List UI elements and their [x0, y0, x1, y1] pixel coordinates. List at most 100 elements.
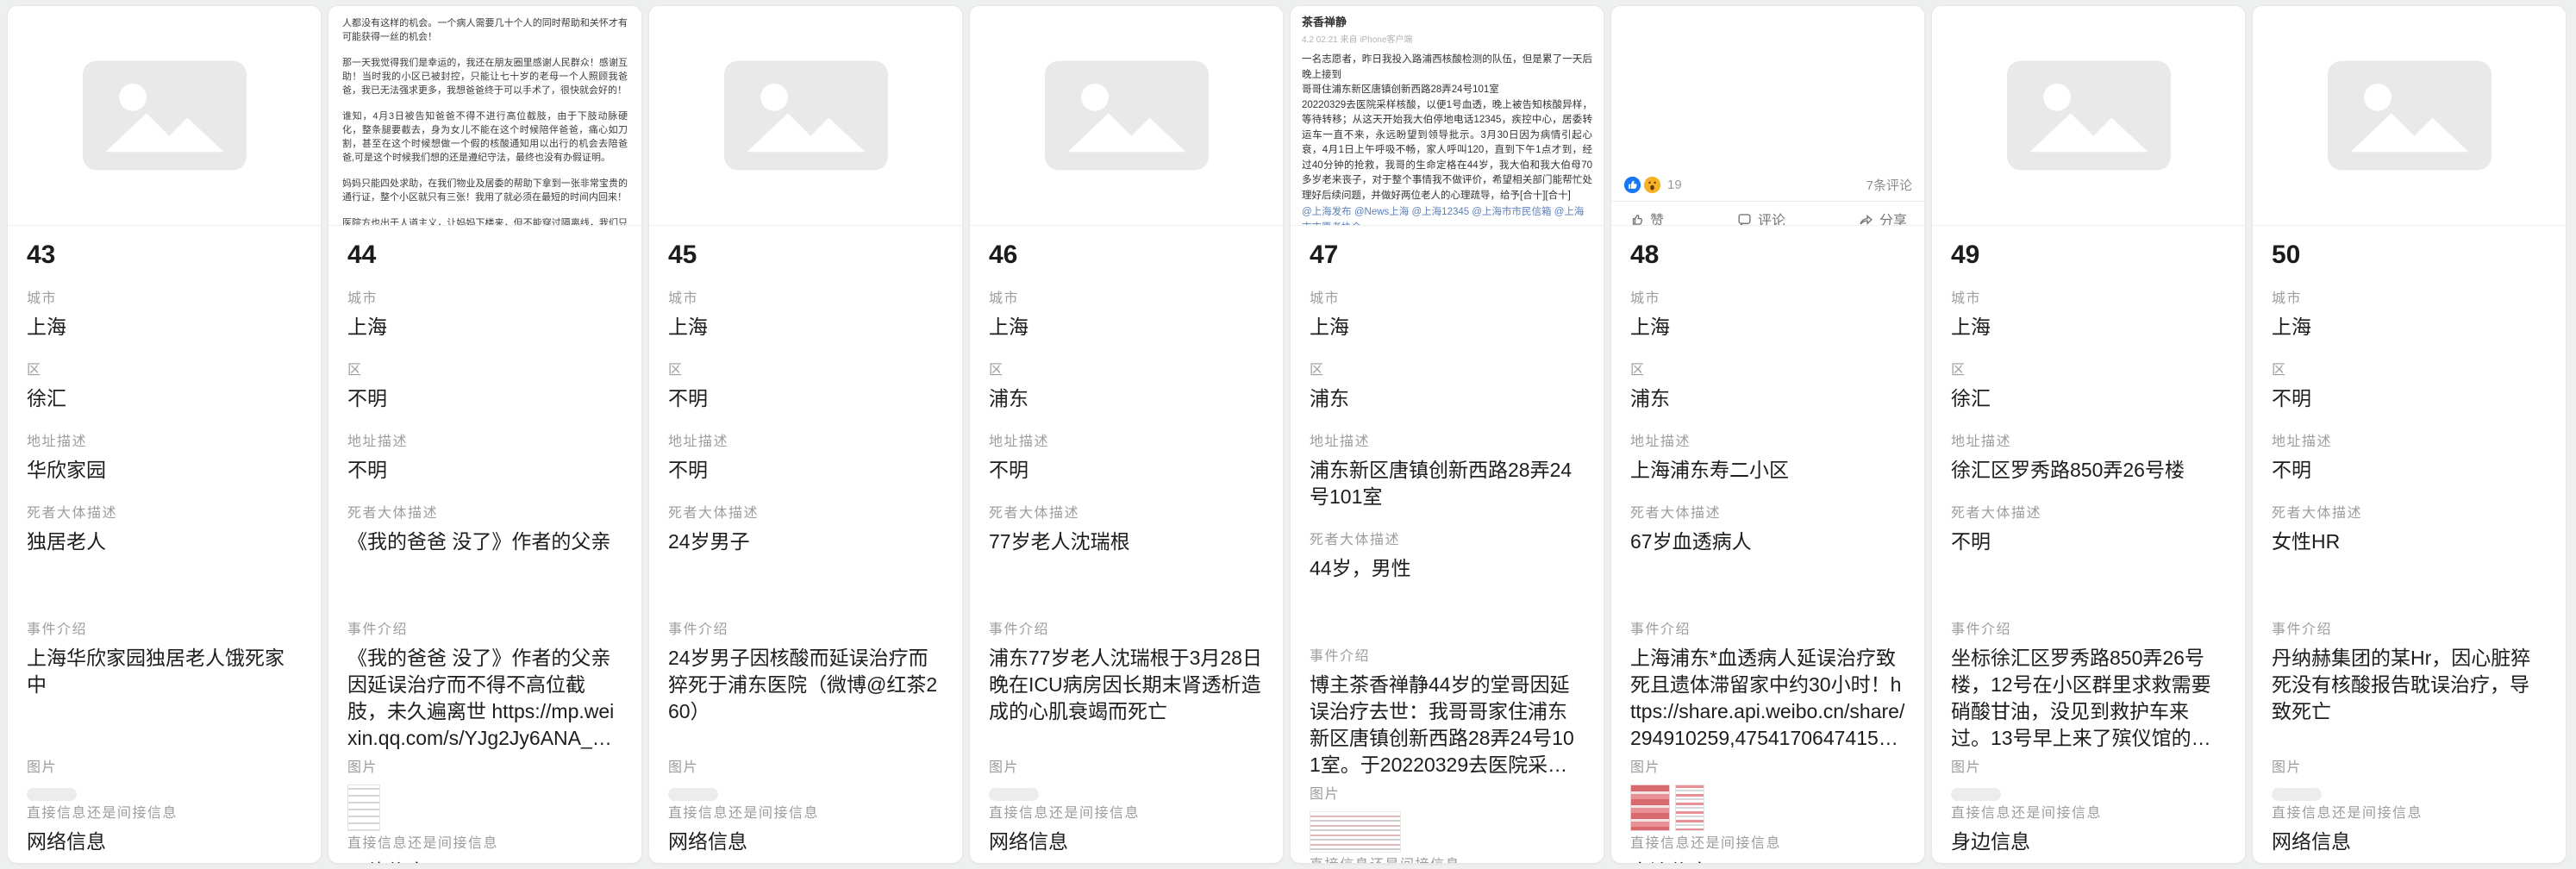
like-count: 19	[1667, 178, 1682, 192]
article-paragraph: 人都没有这样的机会。一个病人需要几十个人的同时帮助和关怀才有可能获得一丝的机会！	[342, 16, 628, 44]
weibo-paragraph: 20220329去医院采样核酸，以便1号血透，晚上被告知核酸异样，等待转移；从这…	[1302, 98, 1592, 204]
image-thumbnail[interactable]	[347, 785, 622, 831]
card-cover	[970, 6, 1283, 226]
source-value: 网络信息	[2272, 828, 2547, 855]
image-thumbnail[interactable]	[989, 785, 1264, 801]
reaction-icons: 19	[1623, 176, 1682, 194]
record-card-43[interactable]: 43 城市 上海 区 徐汇 地址描述 华欣家园 死者大体描述 独居老人 事件介绍…	[7, 5, 322, 864]
image-thumbnail[interactable]	[27, 785, 302, 801]
record-card-50[interactable]: 50 城市 上海 区 不明 地址描述 不明 死者大体描述 女性HR 事件介绍 丹…	[2252, 5, 2567, 864]
field-label-event: 事件介绍	[2272, 617, 2547, 638]
image-placeholder-icon	[2253, 6, 2566, 225]
address-value: 华欣家园	[27, 457, 302, 484]
city-value: 上海	[347, 314, 622, 341]
city-value: 上海	[1630, 314, 1905, 341]
deceased-value: 44岁，男性	[1310, 555, 1585, 641]
record-card-44[interactable]: 人都没有这样的机会。一个病人需要几十个人的同时帮助和关怀才有可能获得一丝的机会！…	[328, 5, 642, 864]
card-fields: 45 城市 上海 区 不明 地址描述 不明 死者大体描述 24岁男子 事件介绍 …	[649, 226, 962, 863]
record-card-49[interactable]: 49 城市 上海 区 徐汇 地址描述 徐汇区罗秀路850弄26号楼 死者大体描述…	[1931, 5, 2246, 864]
field-label-source: 直接信息还是间接信息	[1951, 801, 2226, 822]
field-label-image: 图片	[2272, 755, 2547, 776]
post-action-comment: 评论	[1736, 209, 1785, 226]
district-value: 徐汇	[27, 385, 302, 412]
city-value: 上海	[27, 314, 302, 341]
field-label-district: 区	[989, 358, 1264, 378]
field-label-district: 区	[27, 358, 302, 378]
field-label-address: 地址描述	[1951, 429, 2226, 450]
thumbnail-t-pill	[1951, 788, 2001, 801]
image-thumbnail[interactable]	[2272, 785, 2547, 801]
card-fields: 48 城市 上海 区 浦东 地址描述 上海浦东寿二小区 死者大体描述 67岁血透…	[1611, 226, 1924, 863]
event-value: 《我的爸爸 没了》作者的父亲因延误治疗而不得不高位截肢，未久遍离世 https:…	[347, 645, 622, 752]
field-label-event: 事件介绍	[1310, 644, 1585, 665]
field-label-source: 直接信息还是间接信息	[347, 831, 622, 852]
district-value: 浦东	[1310, 385, 1585, 412]
comment-count: 7条评论	[1866, 176, 1912, 194]
post-action-bar: 赞评论分享	[1611, 201, 1924, 226]
card-fields: 47 城市 上海 区 浦东 地址描述 浦东新区唐镇创新西路28弄24号101室 …	[1291, 226, 1604, 863]
image-thumbnail[interactable]	[1630, 785, 1905, 831]
event-value: 博主茶香禅静44岁的堂哥因延误治疗去世：我哥哥家住浦东新区唐镇创新西路28弄24…	[1310, 672, 1585, 778]
field-label-address: 地址描述	[989, 429, 1264, 450]
record-card-47[interactable]: 茶香禅静 4.2 02:21 来自 iPhone客户端 一名志愿者，昨日我投入路…	[1290, 5, 1604, 864]
image-placeholder-icon	[8, 6, 321, 225]
article-paragraph: 妈妈只能四处求助，在我们物业及居委的帮助下拿到一张非常宝贵的通行证，整个小区就只…	[342, 177, 628, 204]
deceased-value: 67岁血透病人	[1630, 528, 1905, 614]
deceased-value: 女性HR	[2272, 528, 2547, 614]
event-value: 上海华欣家园独居老人饿死家中	[27, 645, 302, 752]
image-thumbnail[interactable]	[668, 785, 943, 801]
event-value: 24岁男子因核酸而延误治疗而猝死于浦东医院（微博@红茶260）	[668, 645, 943, 752]
thumbnail-t-pill	[2272, 788, 2322, 801]
thumbnail-t-red	[1630, 785, 1670, 831]
city-value: 上海	[989, 314, 1264, 341]
weibo-paragraph: 哥哥住浦东新区唐镇创新西路28弄24号101室	[1302, 83, 1592, 98]
card-cover	[2253, 6, 2566, 226]
field-label-event: 事件介绍	[1630, 617, 1905, 638]
address-value: 不明	[2272, 457, 2547, 484]
record-number: 44	[347, 241, 622, 269]
thumbnail-t-pill	[989, 788, 1039, 801]
source-field: 直接信息还是间接信息 身边信息	[1951, 801, 2226, 855]
card-cover: 人都没有这样的机会。一个病人需要几十个人的同时帮助和关怀才有可能获得一丝的机会！…	[328, 6, 641, 226]
source-field: 直接信息还是间接信息 网络信息	[27, 801, 302, 855]
weibo-redpost-screenshot: irresponsible and false statements about…	[1611, 6, 1924, 225]
deceased-value: 独居老人	[27, 528, 302, 614]
district-value: 浦东	[1630, 385, 1905, 412]
image-thumbnail[interactable]	[1951, 785, 2226, 801]
image-thumbnail[interactable]	[1310, 811, 1585, 853]
card-cover	[649, 6, 962, 226]
source-value: 身边信息	[1951, 828, 2226, 855]
article-screenshot: 人都没有这样的机会。一个病人需要几十个人的同时帮助和关怀才有可能获得一丝的机会！…	[328, 6, 641, 225]
field-label-district: 区	[2272, 358, 2547, 378]
record-card-45[interactable]: 45 城市 上海 区 不明 地址描述 不明 死者大体描述 24岁男子 事件介绍 …	[648, 5, 963, 864]
field-label-source: 直接信息还是间接信息	[989, 801, 1264, 822]
card-fields: 43 城市 上海 区 徐汇 地址描述 华欣家园 死者大体描述 独居老人 事件介绍…	[8, 226, 321, 863]
field-label-image: 图片	[347, 755, 622, 776]
field-label-city: 城市	[2272, 286, 2547, 307]
weibo-author: 茶香禅静	[1302, 13, 1592, 29]
field-label-address: 地址描述	[27, 429, 302, 450]
source-value: 网络信息	[989, 828, 1264, 855]
field-label-image: 图片	[1630, 755, 1905, 776]
card-cover	[1932, 6, 2245, 226]
deceased-value: 24岁男子	[668, 528, 943, 614]
address-value: 徐汇区罗秀路850弄26号楼	[1951, 457, 2226, 484]
field-label-deceased: 死者大体描述	[1951, 501, 2226, 522]
city-value: 上海	[2272, 314, 2547, 341]
source-field: 直接信息还是间接信息 网络信息	[347, 831, 622, 863]
source-field: 直接信息还是间接信息 网络信息	[2272, 801, 2547, 855]
field-label-deceased: 死者大体描述	[2272, 501, 2547, 522]
field-label-address: 地址描述	[1310, 429, 1585, 450]
record-card-48[interactable]: irresponsible and false statements about…	[1610, 5, 1925, 864]
record-card-46[interactable]: 46 城市 上海 区 浦东 地址描述 不明 死者大体描述 77岁老人沈瑞根 事件…	[969, 5, 1284, 864]
district-value: 不明	[668, 385, 943, 412]
district-value: 徐汇	[1951, 385, 2226, 412]
red-post-text: irresponsible and false statements about…	[1630, 8, 1905, 118]
district-value: 不明	[2272, 385, 2547, 412]
field-label-deceased: 死者大体描述	[27, 501, 302, 522]
deceased-value: 不明	[1951, 528, 2226, 614]
source-field: 直接信息还是间接信息 网络信息	[989, 801, 1264, 855]
field-label-city: 城市	[347, 286, 622, 307]
source-field: 直接信息还是间接信息 网络信息	[668, 801, 943, 855]
field-label-deceased: 死者大体描述	[989, 501, 1264, 522]
